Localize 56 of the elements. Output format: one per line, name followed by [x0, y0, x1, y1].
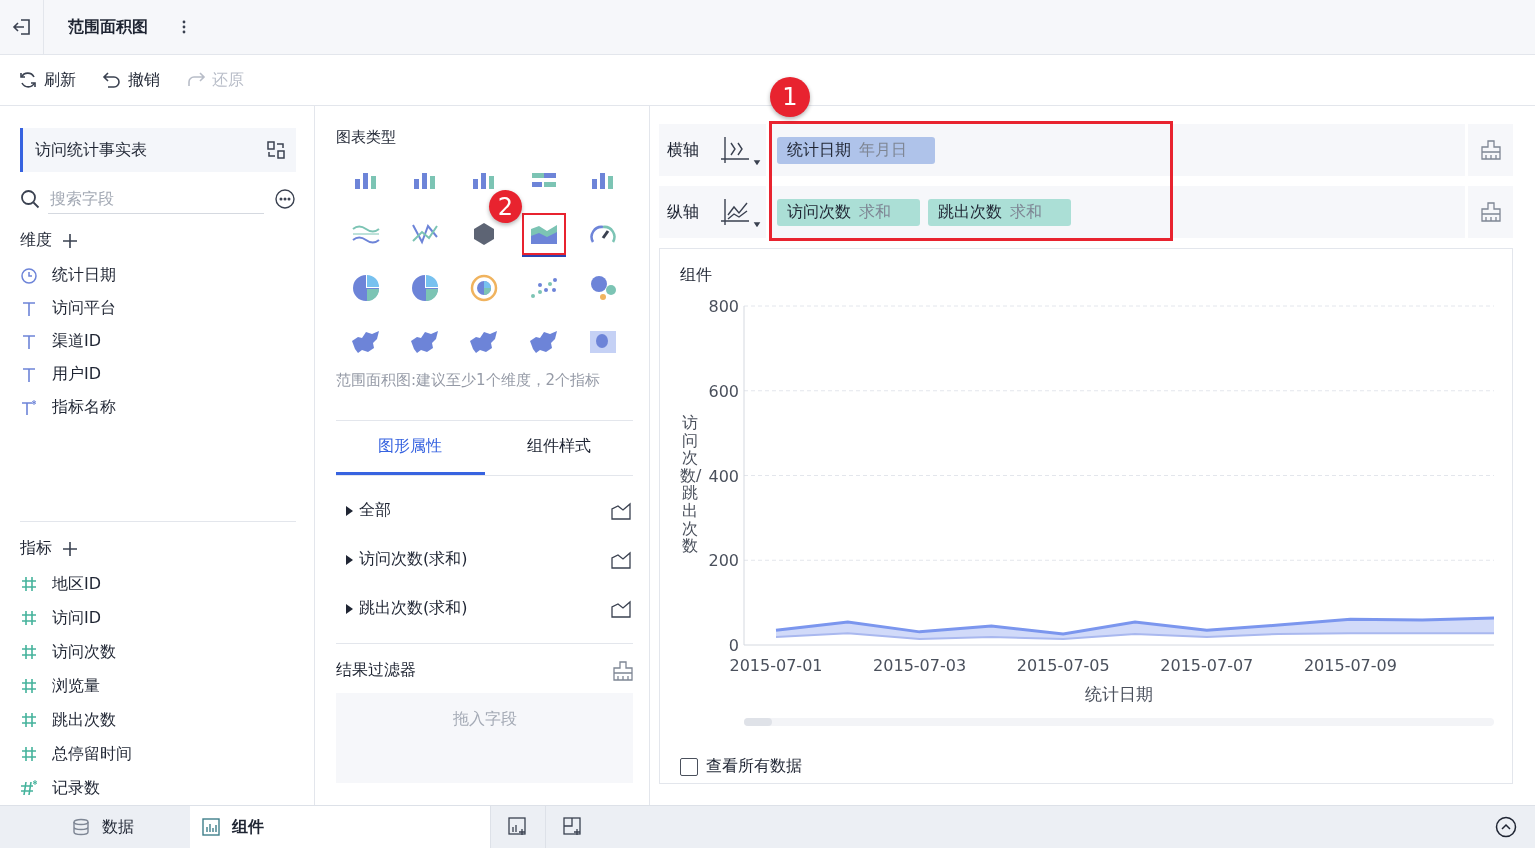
section-title: 图表类型: [336, 128, 397, 147]
property-row[interactable]: 全部: [346, 500, 391, 521]
axis-label: 横轴: [666, 139, 700, 161]
pill-aggregation: 年月日: [859, 139, 907, 161]
table-selector[interactable]: 访问统计事实表: [20, 128, 296, 172]
field-name[interactable]: 访问次数: [52, 641, 116, 663]
search-field[interactable]: 搜索字段: [48, 184, 264, 214]
x-tick-label: 2015-07-05: [1016, 656, 1110, 675]
y-tick-label: 0: [728, 636, 739, 655]
x-axis-title: 统计日期: [1085, 684, 1153, 704]
field-name[interactable]: 访问ID: [52, 607, 102, 629]
section-title: 结果过滤器: [336, 660, 416, 681]
page-title: 范围面积图: [68, 16, 148, 38]
field-name[interactable]: 跳出次数: [52, 709, 116, 731]
chart-type-hint: 范围面积图:建议至少1个维度，2个指标: [336, 371, 602, 390]
show-all-checkbox[interactable]: 查看所有数据: [680, 756, 1512, 777]
field-name[interactable]: 记录数: [52, 777, 100, 799]
axis-label: 纵轴: [666, 201, 700, 223]
pill-field: 跳出次数: [938, 201, 1002, 223]
field-name[interactable]: 渠道ID: [52, 331, 102, 352]
field-pill[interactable]: 跳出次数 求和: [928, 198, 1071, 226]
field-name[interactable]: 用户ID: [52, 364, 102, 385]
pill-aggregation: 求和: [859, 201, 891, 223]
x-tick-label: 2015-07-09: [1303, 656, 1397, 675]
x-tick-label: 2015-07-01: [729, 656, 823, 675]
property-row[interactable]: 跳出次数(求和): [346, 598, 468, 619]
x-tick-label: 2015-07-03: [873, 656, 967, 675]
pill-aggregation: 求和: [1010, 201, 1042, 223]
field-name[interactable]: 浏览量: [52, 675, 100, 697]
property-row[interactable]: 访问次数(求和): [346, 549, 468, 570]
field-name[interactable]: 指标名称: [52, 397, 116, 418]
y-tick-label: 600: [708, 381, 739, 401]
field-pill[interactable]: 访问次数 求和: [777, 198, 920, 226]
field-name[interactable]: 访问平台: [52, 298, 116, 319]
property-tab[interactable]: 图形属性: [336, 421, 485, 475]
pill-field: 统计日期: [787, 139, 851, 161]
y-axis-title: 访问次数/跳出次数: [680, 414, 700, 555]
step-badge: 1: [770, 77, 810, 117]
section-title: 维度: [20, 230, 52, 251]
y-tick-label: 800: [708, 297, 739, 316]
x-tick-label: 2015-07-07: [1160, 656, 1254, 675]
pill-field: 访问次数: [787, 201, 851, 223]
bottom-tab[interactable]: 数据: [60, 806, 190, 848]
section-title: 指标: [20, 538, 52, 559]
field-name[interactable]: 统计日期: [52, 265, 116, 286]
step-badge: 2: [489, 190, 522, 223]
field-name[interactable]: 总停留时间: [52, 743, 132, 765]
y-tick-label: 400: [708, 466, 739, 486]
toolbar-button[interactable]: 刷新: [18, 69, 76, 91]
bottom-tab[interactable]: 组件: [190, 806, 490, 848]
y-tick-label: 200: [708, 551, 739, 571]
widget-title: 组件: [680, 265, 713, 286]
toolbar-button[interactable]: 撤销: [102, 69, 160, 91]
property-tab[interactable]: 组件样式: [484, 421, 633, 475]
field-name[interactable]: 地区ID: [52, 573, 102, 595]
field-pill[interactable]: 统计日期 年月日: [777, 136, 935, 164]
